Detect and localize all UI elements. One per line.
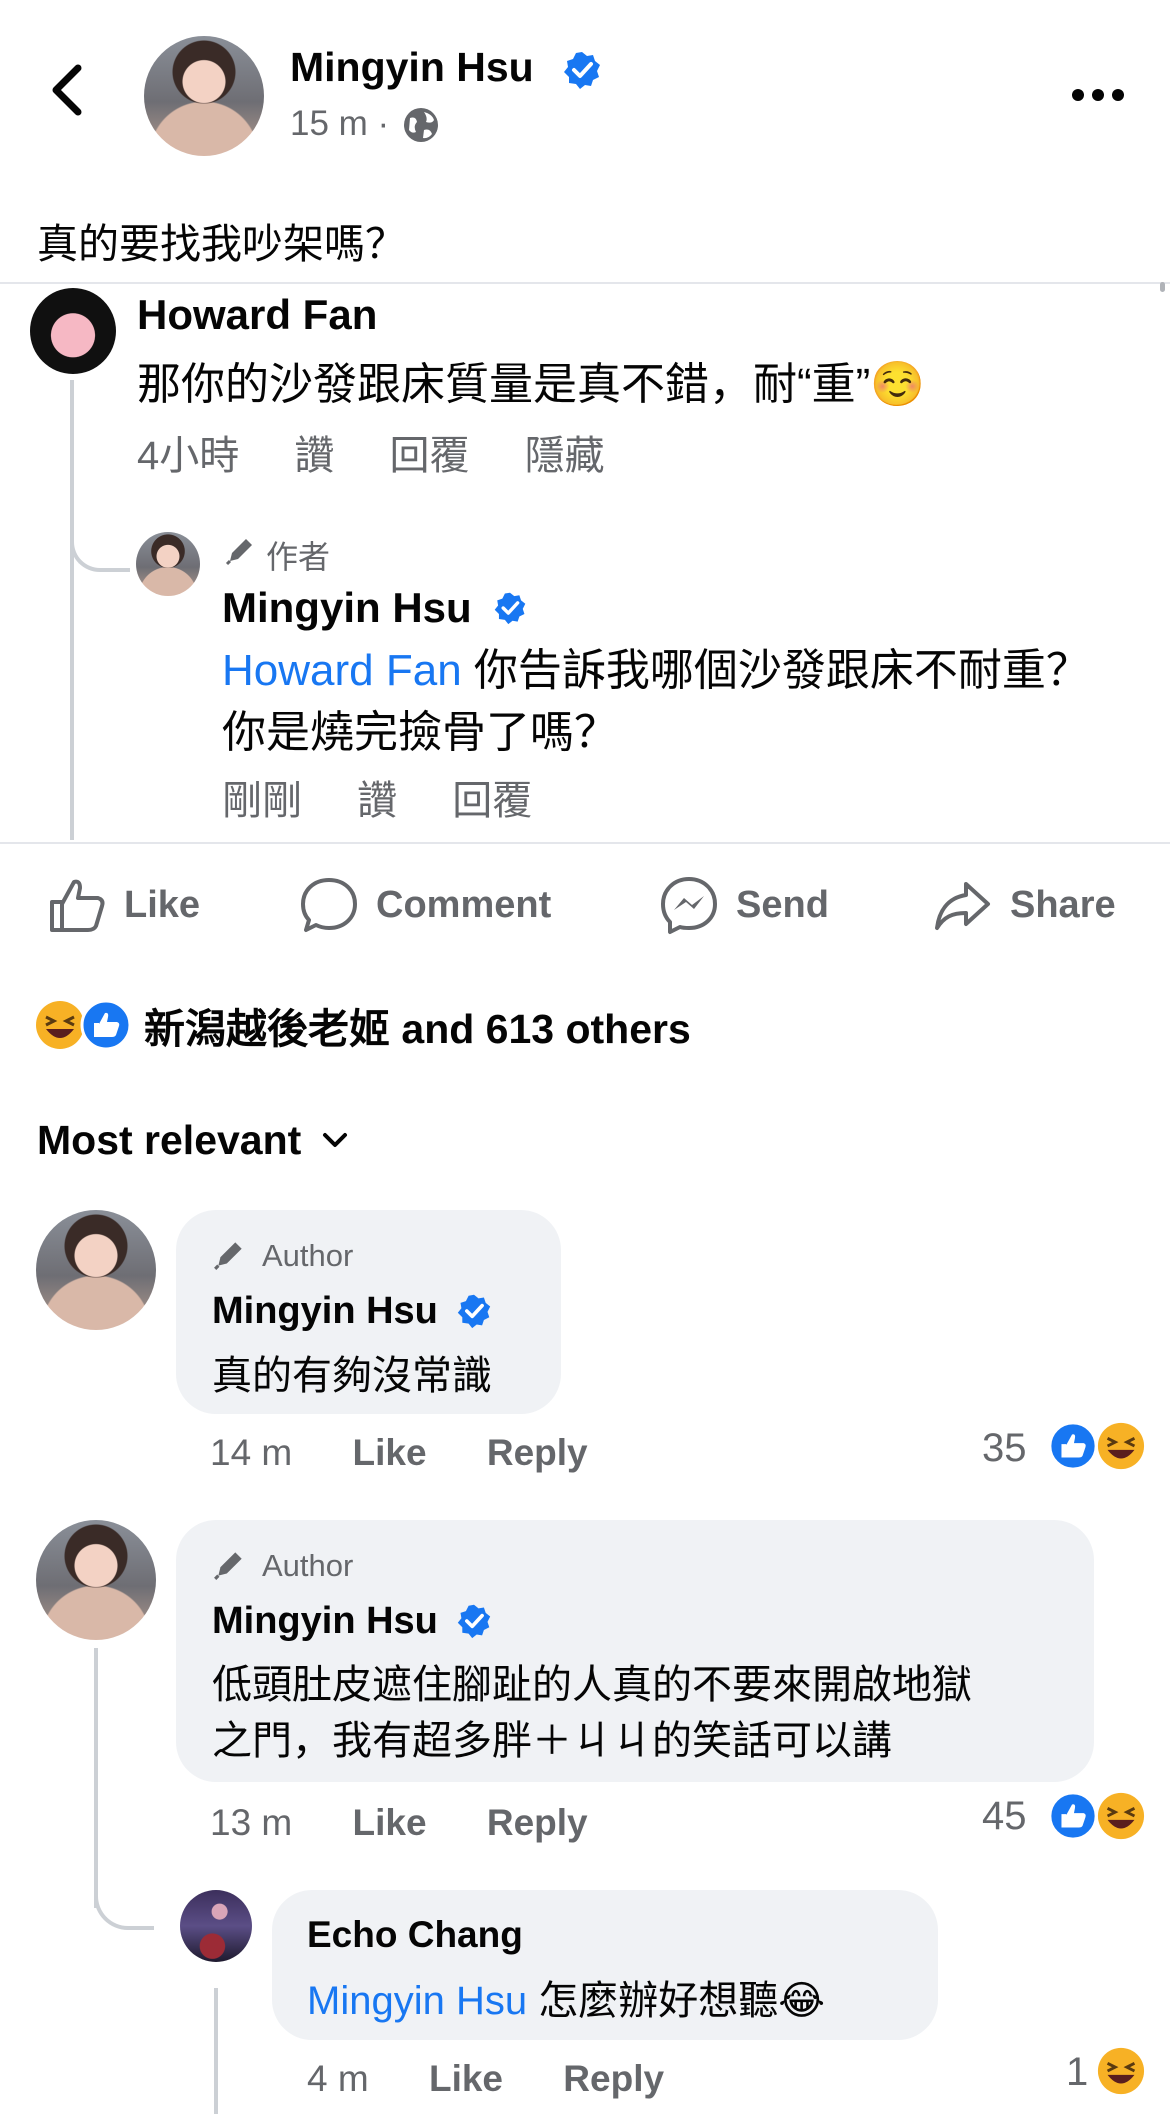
reply-link[interactable]: Reply bbox=[563, 2058, 664, 2099]
verified-badge-icon bbox=[494, 592, 526, 625]
reply-author-avatar[interactable] bbox=[136, 532, 200, 596]
author-badge: Author bbox=[262, 1548, 354, 1583]
post-author-avatar[interactable] bbox=[144, 36, 264, 156]
reply-meta: 4 m Like Reply bbox=[307, 2058, 664, 2100]
divider bbox=[0, 842, 1170, 844]
reply-time: 剛剛 bbox=[222, 779, 302, 823]
reactions-summary[interactable]: 新潟越後老姬 and 613 others bbox=[34, 995, 691, 1055]
globe-icon bbox=[404, 108, 438, 142]
reply-text: Howard Fan 你告訴我哪個沙發跟床不耐重？你是燒完撿骨了嗎？ bbox=[222, 646, 1090, 757]
comment-author-avatar[interactable] bbox=[36, 1520, 156, 1640]
like-reaction-icon bbox=[1048, 1421, 1098, 1471]
hide-link[interactable]: 隱藏 bbox=[525, 434, 605, 478]
commenter-avatar[interactable] bbox=[30, 288, 116, 374]
share-icon bbox=[935, 882, 990, 930]
messenger-icon bbox=[661, 877, 717, 934]
reactions-text[interactable]: 新潟越後老姬 and 613 others bbox=[144, 995, 691, 1055]
reply-text: Mingyin Hsu 怎麼辦好想聽😂 bbox=[307, 1979, 825, 2023]
pencil-icon bbox=[214, 1242, 242, 1270]
like-icon bbox=[50, 879, 105, 932]
thread-line bbox=[214, 1988, 218, 2114]
reply-link[interactable]: 回覆 bbox=[452, 779, 532, 823]
comment-author-avatar[interactable] bbox=[36, 1210, 156, 1330]
commenter-name[interactable]: Howard Fan bbox=[137, 291, 377, 339]
comment-meta: 13 m Like Reply bbox=[210, 1802, 588, 1844]
like-link[interactable]: 讚 bbox=[357, 779, 397, 823]
back-button[interactable] bbox=[40, 58, 100, 118]
reaction-count[interactable]: 35 bbox=[982, 1426, 1027, 1471]
comment-text-line1: 低頭肚皮遮住腳趾的人真的不要來開啟地獄 bbox=[212, 1663, 972, 1707]
author-badge: Author bbox=[262, 1238, 354, 1273]
comment-time: 4小時 bbox=[137, 434, 240, 478]
comment-author-name[interactable]: Mingyin Hsu bbox=[212, 1600, 438, 1643]
divider bbox=[0, 282, 1170, 284]
like-link[interactable]: Like bbox=[429, 2058, 503, 2099]
like-button[interactable]: Like bbox=[46, 870, 200, 940]
haha-reaction-icon bbox=[1097, 2047, 1145, 2095]
like-link[interactable]: Like bbox=[353, 1802, 427, 1843]
reply-author-avatar[interactable] bbox=[180, 1890, 252, 1962]
sort-label: Most relevant bbox=[37, 1116, 302, 1163]
haha-reaction-icon bbox=[1097, 1422, 1145, 1470]
haha-reaction-icon bbox=[36, 1001, 84, 1049]
comment-time: 13 m bbox=[210, 1802, 293, 1843]
comment-text: 真的有夠沒常識 bbox=[212, 1354, 492, 1398]
reaction-count[interactable]: 1 bbox=[1066, 2050, 1088, 2095]
comment-text-line2: 之門，我有超多胖＋ㄐㄐ的笑話可以講 bbox=[212, 1719, 892, 1763]
like-link[interactable]: 讚 bbox=[294, 434, 334, 478]
sort-dropdown[interactable]: Most relevant bbox=[37, 1110, 355, 1170]
verified-badge-icon bbox=[457, 1294, 491, 1329]
chevron-down-icon bbox=[323, 1133, 348, 1147]
send-button[interactable]: Send bbox=[658, 870, 829, 940]
post-text: 真的要找我吵架嗎？ bbox=[37, 221, 406, 267]
post-author-name[interactable]: Mingyin Hsu bbox=[290, 44, 534, 91]
share-button[interactable]: Share bbox=[932, 870, 1116, 940]
scrollbar[interactable] bbox=[1160, 282, 1165, 292]
back-arrow-icon bbox=[52, 64, 82, 116]
reply-author-name[interactable]: Echo Chang bbox=[307, 1914, 523, 1956]
mention-link[interactable]: Howard Fan bbox=[222, 646, 462, 695]
more-icon[interactable] bbox=[1070, 80, 1126, 110]
author-badge: 作者 bbox=[266, 539, 331, 575]
thread-line bbox=[94, 1648, 98, 1908]
comment-text: 那你的沙發跟床質量是真不錯，耐“重”☺️ bbox=[137, 360, 926, 409]
comment-button[interactable]: Comment bbox=[298, 870, 551, 940]
thread-line bbox=[70, 380, 74, 840]
reaction-count[interactable]: 45 bbox=[982, 1794, 1027, 1839]
reply-link[interactable]: Reply bbox=[487, 1432, 588, 1473]
like-reaction-icon bbox=[80, 999, 132, 1051]
verified-badge-icon bbox=[564, 52, 600, 89]
reply-author-name[interactable]: Mingyin Hsu bbox=[222, 584, 472, 632]
reply-link[interactable]: Reply bbox=[487, 1802, 588, 1843]
pencil-icon bbox=[214, 1552, 242, 1580]
reply-time: 4 m bbox=[307, 2058, 369, 2099]
comment-meta: 14 m Like Reply bbox=[210, 1432, 588, 1474]
comment-time: 14 m bbox=[210, 1432, 293, 1473]
like-reaction-icon bbox=[1048, 1791, 1098, 1841]
pencil-icon bbox=[225, 539, 252, 566]
reply-meta: 剛剛 讚 回覆 bbox=[222, 768, 532, 826]
mention-link[interactable]: Mingyin Hsu bbox=[307, 1979, 527, 2023]
comment-meta: 4小時 讚 回覆 隱藏 bbox=[137, 423, 605, 481]
thread-curve bbox=[94, 1870, 154, 1930]
verified-badge-icon bbox=[457, 1604, 491, 1639]
haha-reaction-icon bbox=[1097, 1792, 1145, 1840]
reply-link[interactable]: 回覆 bbox=[390, 434, 470, 478]
post-time: 15 m · bbox=[290, 104, 390, 143]
comment-icon bbox=[301, 878, 357, 932]
comment-author-name[interactable]: Mingyin Hsu bbox=[212, 1290, 438, 1333]
like-link[interactable]: Like bbox=[353, 1432, 427, 1473]
thread-curve bbox=[70, 520, 130, 572]
